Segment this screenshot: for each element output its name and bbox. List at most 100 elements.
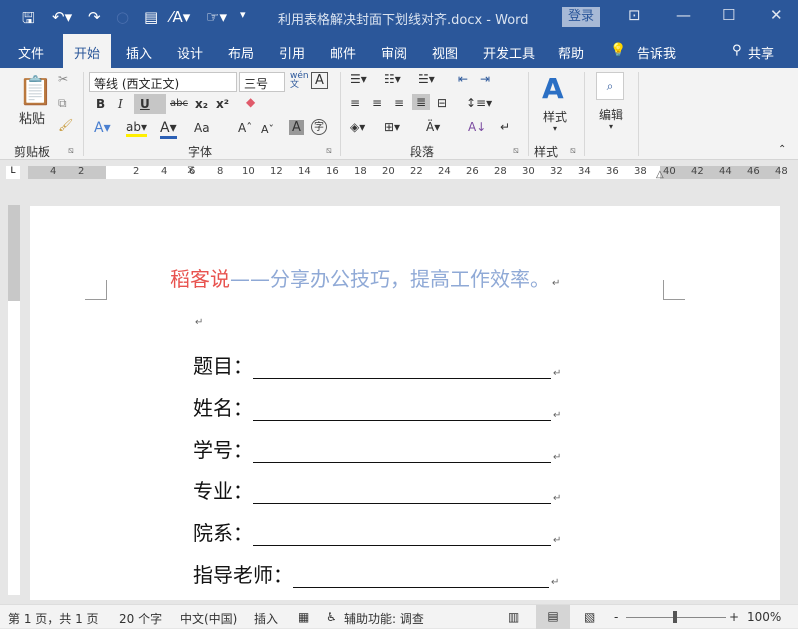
align-center-icon[interactable]: ≡ xyxy=(372,96,382,110)
tab-stop-selector[interactable]: L xyxy=(6,166,20,179)
paste-button[interactable]: 粘贴 xyxy=(19,108,45,127)
form-icon[interactable]: ▤ xyxy=(144,8,158,26)
accessibility-check[interactable]: 辅助功能: 调查 xyxy=(344,610,424,627)
zoom-in-button[interactable]: + xyxy=(729,610,739,624)
font-color-icon[interactable]: A▾ xyxy=(160,120,177,139)
phonetic-guide-button[interactable]: wén文 xyxy=(290,72,309,90)
superscript-button[interactable]: x² xyxy=(216,97,229,111)
form-field-line[interactable]: 姓名： ↵ xyxy=(193,392,561,421)
styles-button[interactable]: 样式 xyxy=(543,108,567,125)
tab-review[interactable]: 审阅 xyxy=(381,43,407,62)
underline-blank[interactable] xyxy=(253,439,551,463)
touch-mode-icon[interactable]: ☞▾ xyxy=(206,8,227,26)
dialog-launcher-icon[interactable]: ⧅ xyxy=(68,146,74,156)
vertical-ruler[interactable] xyxy=(8,205,20,595)
borders-icon[interactable]: ⊞▾ xyxy=(384,120,400,134)
form-field-line[interactable]: 学号： ↵ xyxy=(193,434,561,463)
justify-icon[interactable]: ≣ xyxy=(412,94,431,110)
cut-icon[interactable]: ✂ xyxy=(58,72,68,86)
char-shading-icon[interactable]: A xyxy=(289,120,304,135)
highlight-icon[interactable]: ab▾ xyxy=(126,120,147,137)
ribbon-display-icon[interactable]: ⊡ xyxy=(628,6,641,24)
shading-icon[interactable]: ◈▾ xyxy=(350,120,365,134)
underline-blank[interactable] xyxy=(253,480,551,505)
tab-file[interactable]: 文件 xyxy=(18,43,44,62)
multilevel-list-icon[interactable]: ☱▾ xyxy=(418,72,435,86)
text-effects-icon[interactable]: A▾ xyxy=(94,120,111,136)
share-button[interactable]: 共享 xyxy=(748,43,774,62)
login-button[interactable]: 登录 xyxy=(562,7,600,27)
zoom-out-button[interactable]: - xyxy=(614,610,618,624)
page-count[interactable]: 第 1 页，共 1 页 xyxy=(8,610,99,627)
paste-icon[interactable]: 📋 xyxy=(18,74,53,107)
document-header[interactable]: 稻客说——分享办公技巧，提高工作效率。 ↵ xyxy=(170,263,560,292)
tab-developer[interactable]: 开发工具 xyxy=(483,43,535,62)
search-icon[interactable]: ⌕ xyxy=(596,72,624,100)
underline-button[interactable]: U xyxy=(134,94,166,114)
align-right-icon[interactable]: ≡ xyxy=(394,96,404,110)
tab-insert[interactable]: 插入 xyxy=(126,43,152,62)
format-painter-icon[interactable]: 🖌 xyxy=(58,118,73,132)
language[interactable]: 中文(中国) xyxy=(180,610,237,627)
redo-icon[interactable]: ↷ xyxy=(88,8,101,26)
share-icon[interactable]: ⚲ xyxy=(732,43,742,58)
macro-icon[interactable]: ▦ xyxy=(298,610,309,624)
tab-mailings[interactable]: 邮件 xyxy=(330,43,356,62)
dialog-launcher-icon[interactable]: ⧅ xyxy=(326,146,332,156)
show-marks-icon[interactable]: ↵ xyxy=(500,120,510,134)
tab-view[interactable]: 视图 xyxy=(432,43,458,62)
tab-help[interactable]: 帮助 xyxy=(558,43,584,62)
customize-qat-icon[interactable]: ▾ xyxy=(240,8,246,21)
dialog-launcher-icon[interactable]: ⧅ xyxy=(570,146,576,156)
enclose-char-icon[interactable]: 字 xyxy=(311,119,327,135)
tab-home[interactable]: 开始 xyxy=(63,34,112,68)
styles-icon[interactable]: A xyxy=(542,72,564,105)
grow-font-icon[interactable]: Aˆ xyxy=(238,121,252,135)
font-style-icon[interactable]: ⁄A▾ xyxy=(170,8,190,26)
distributed-icon[interactable]: ⊟ xyxy=(437,96,447,110)
tab-references[interactable]: 引用 xyxy=(279,43,305,62)
underline-blank[interactable] xyxy=(293,564,549,588)
dialog-launcher-icon[interactable]: ⧅ xyxy=(513,146,519,156)
zoom-level[interactable]: 100% xyxy=(747,610,781,624)
zoom-slider-thumb[interactable] xyxy=(673,611,677,623)
sort-icon[interactable]: A↓ xyxy=(468,120,486,134)
asian-layout-icon[interactable]: Ä▾ xyxy=(426,120,440,134)
copy-icon[interactable]: ⧉ xyxy=(58,96,67,111)
maximize-button[interactable]: ☐ xyxy=(722,6,735,24)
tell-me-input[interactable]: 告诉我 xyxy=(637,43,676,62)
read-mode-icon[interactable]: ▥ xyxy=(508,610,519,624)
change-case-button[interactable]: Aa xyxy=(194,121,210,135)
numbering-icon[interactable]: ☷▾ xyxy=(384,72,401,86)
save-icon[interactable]: 🖫 xyxy=(22,8,35,33)
tab-design[interactable]: 设计 xyxy=(177,43,203,62)
underline-blank[interactable] xyxy=(253,522,551,547)
edit-button[interactable]: 编辑 xyxy=(599,106,623,123)
line-spacing-icon[interactable]: ↕≡▾ xyxy=(466,96,492,110)
increase-indent-icon[interactable]: ⇥ xyxy=(480,72,490,86)
font-size-select[interactable]: 三号 xyxy=(239,72,285,92)
strikethrough-button[interactable]: abc xyxy=(170,98,188,109)
web-layout-icon[interactable]: ▧ xyxy=(584,610,595,624)
shrink-font-icon[interactable]: Aˇ xyxy=(261,123,274,136)
underline-blank[interactable] xyxy=(253,355,551,379)
print-layout-icon[interactable]: ▤ xyxy=(536,605,570,629)
word-count[interactable]: 20 个字 xyxy=(119,610,162,627)
font-name-select[interactable]: 等线 (西文正文) xyxy=(89,72,237,92)
clear-format-icon[interactable]: ◆ xyxy=(246,95,255,109)
italic-button[interactable]: I xyxy=(118,97,123,111)
bullets-icon[interactable]: ☰▾ xyxy=(350,72,367,86)
form-field-line[interactable]: 专业： ↵ xyxy=(193,475,561,505)
underline-blank[interactable] xyxy=(253,397,551,421)
form-field-line[interactable]: 题目： ↵ xyxy=(193,350,561,379)
minimize-button[interactable]: — xyxy=(676,6,691,24)
form-field-line[interactable]: 指导老师： ↵ xyxy=(193,559,559,588)
form-field-line[interactable]: 院系： ↵ xyxy=(193,517,561,547)
align-left-icon[interactable]: ≡ xyxy=(350,96,360,110)
bold-button[interactable]: B xyxy=(96,97,105,111)
close-button[interactable]: ✕ xyxy=(770,6,783,24)
insert-mode[interactable]: 插入 xyxy=(254,610,278,627)
collapse-ribbon-icon[interactable]: ⌃ xyxy=(778,144,786,155)
char-border-button[interactable]: A xyxy=(311,72,328,89)
decrease-indent-icon[interactable]: ⇤ xyxy=(458,72,468,86)
